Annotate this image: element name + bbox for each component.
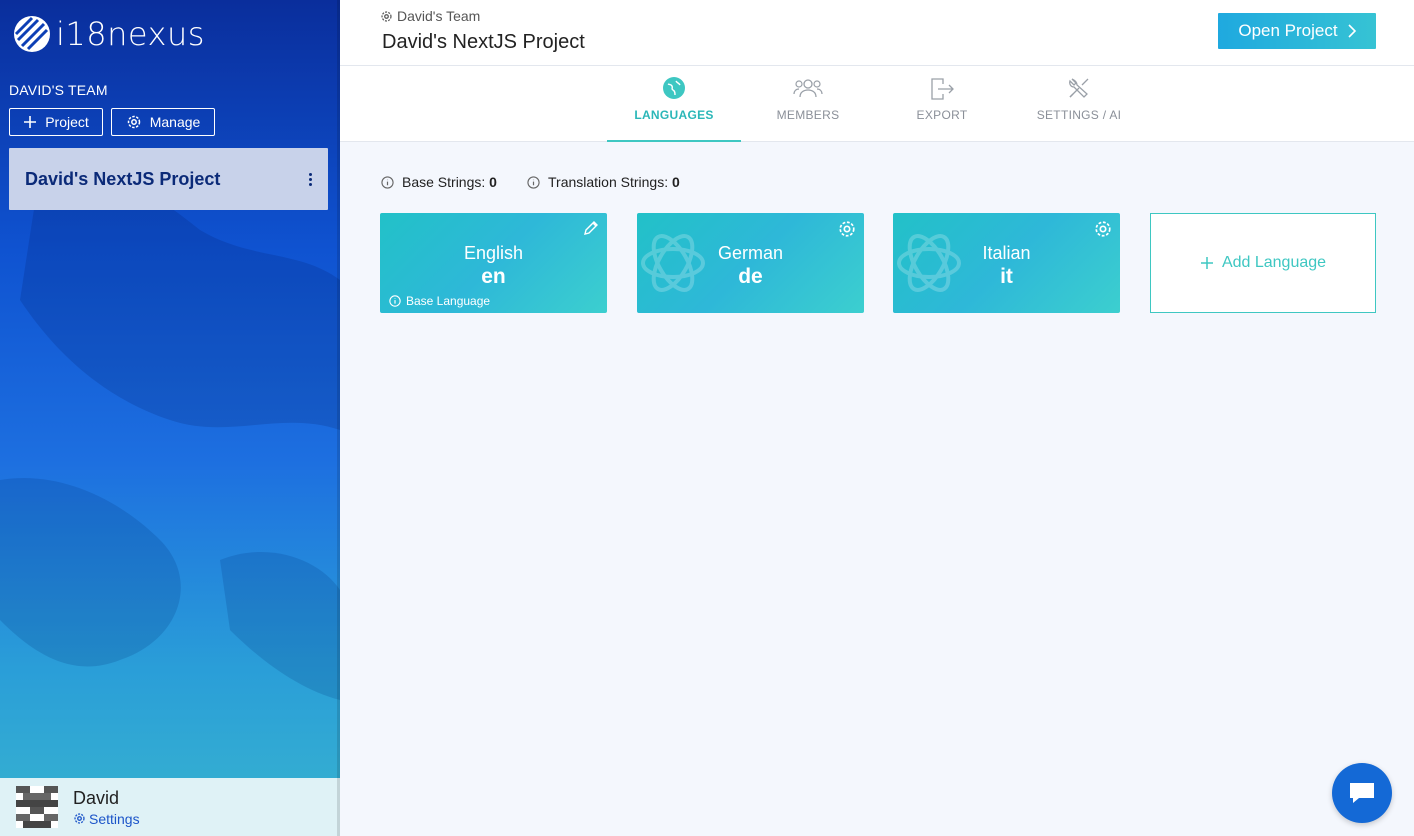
settings-label: Settings (89, 810, 140, 827)
language-name: German (717, 243, 784, 263)
gear-icon[interactable] (838, 220, 856, 238)
translation-strings-stat: Translation Strings: 0 (527, 174, 680, 190)
plus-icon (24, 116, 37, 128)
tab-languages[interactable]: LANGUAGES (607, 66, 741, 142)
gear-icon (381, 10, 392, 22)
logo-text: i18nexus (56, 15, 205, 53)
tab-members[interactable]: MEMBERS (741, 66, 875, 142)
header: David's Team David's NextJS Project Open… (340, 0, 1414, 66)
tab-label: MEMBERS (776, 108, 840, 122)
language-name: English (463, 243, 524, 263)
open-project-label: Open Project (1238, 21, 1338, 40)
translation-strings-label: Translation Strings: (548, 174, 669, 190)
gear-icon (74, 813, 85, 824)
pencil-icon[interactable] (583, 220, 599, 236)
add-project-label: Project (45, 114, 89, 130)
language-code: en (481, 265, 506, 288)
members-icon (793, 79, 823, 98)
tab-bar: LANGUAGES MEMBERS EXPORT SETTINGS / AI (340, 66, 1414, 142)
user-settings-link[interactable]: Settings (73, 811, 140, 827)
add-language-label: Add Language (1221, 254, 1327, 271)
translation-strings-value: 0 (671, 174, 680, 190)
manage-label: Manage (149, 114, 201, 130)
tab-settings-ai[interactable]: SETTINGS / AI (1009, 66, 1149, 142)
plus-icon (1200, 257, 1213, 269)
sidebar-item-project[interactable]: David's NextJS Project (9, 148, 328, 210)
tools-icon (1069, 78, 1089, 98)
language-card-german[interactable]: German de (637, 213, 864, 313)
tab-label: LANGUAGES (634, 108, 714, 122)
tab-label: SETTINGS / AI (1036, 108, 1122, 122)
info-icon (527, 175, 540, 189)
open-project-button[interactable]: Open Project (1218, 13, 1376, 49)
language-card-italian[interactable]: Italian it (893, 213, 1120, 313)
chat-button[interactable] (1332, 763, 1392, 823)
base-strings-label: Base Strings: (402, 174, 486, 190)
info-icon (389, 295, 401, 307)
chat-bubble-icon (1350, 783, 1374, 803)
base-strings-value: 0 (489, 174, 497, 190)
manage-button[interactable]: Manage (111, 108, 215, 136)
base-strings-stat: Base Strings: 0 (381, 174, 497, 190)
breadcrumb[interactable]: David's Team (380, 8, 480, 24)
add-language-button[interactable]: Add Language (1150, 213, 1376, 313)
chevron-right-icon (1348, 24, 1356, 38)
avatar[interactable] (16, 786, 58, 828)
export-icon (931, 78, 954, 100)
base-language-badge: Base Language (389, 294, 490, 308)
tab-label: EXPORT (916, 108, 968, 122)
user-name: David (73, 787, 120, 808)
language-name: Italian (982, 243, 1031, 263)
globe-icon (663, 77, 685, 99)
language-card-english[interactable]: English en Base Language (380, 213, 607, 313)
info-icon (381, 175, 394, 189)
logo-globe-icon (14, 16, 50, 52)
team-label: DAVID'S TEAM (9, 82, 108, 98)
user-bar: David Settings (0, 778, 340, 836)
gear-icon[interactable] (1094, 220, 1112, 238)
breadcrumb-team: David's Team (397, 8, 481, 24)
base-language-label: Base Language (406, 294, 491, 308)
sidebar: i18nexus DAVID'S TEAM Project Manage Dav… (0, 0, 340, 836)
gear-icon (127, 115, 140, 129)
page-title: David's NextJS Project (382, 31, 585, 53)
language-code: de (738, 265, 763, 288)
project-name: David's NextJS Project (25, 168, 221, 189)
logo[interactable]: i18nexus (12, 14, 205, 54)
tab-export[interactable]: EXPORT (875, 66, 1009, 142)
language-code: it (1000, 265, 1013, 288)
add-project-button[interactable]: Project (9, 108, 103, 136)
kebab-menu-icon[interactable] (309, 172, 312, 186)
